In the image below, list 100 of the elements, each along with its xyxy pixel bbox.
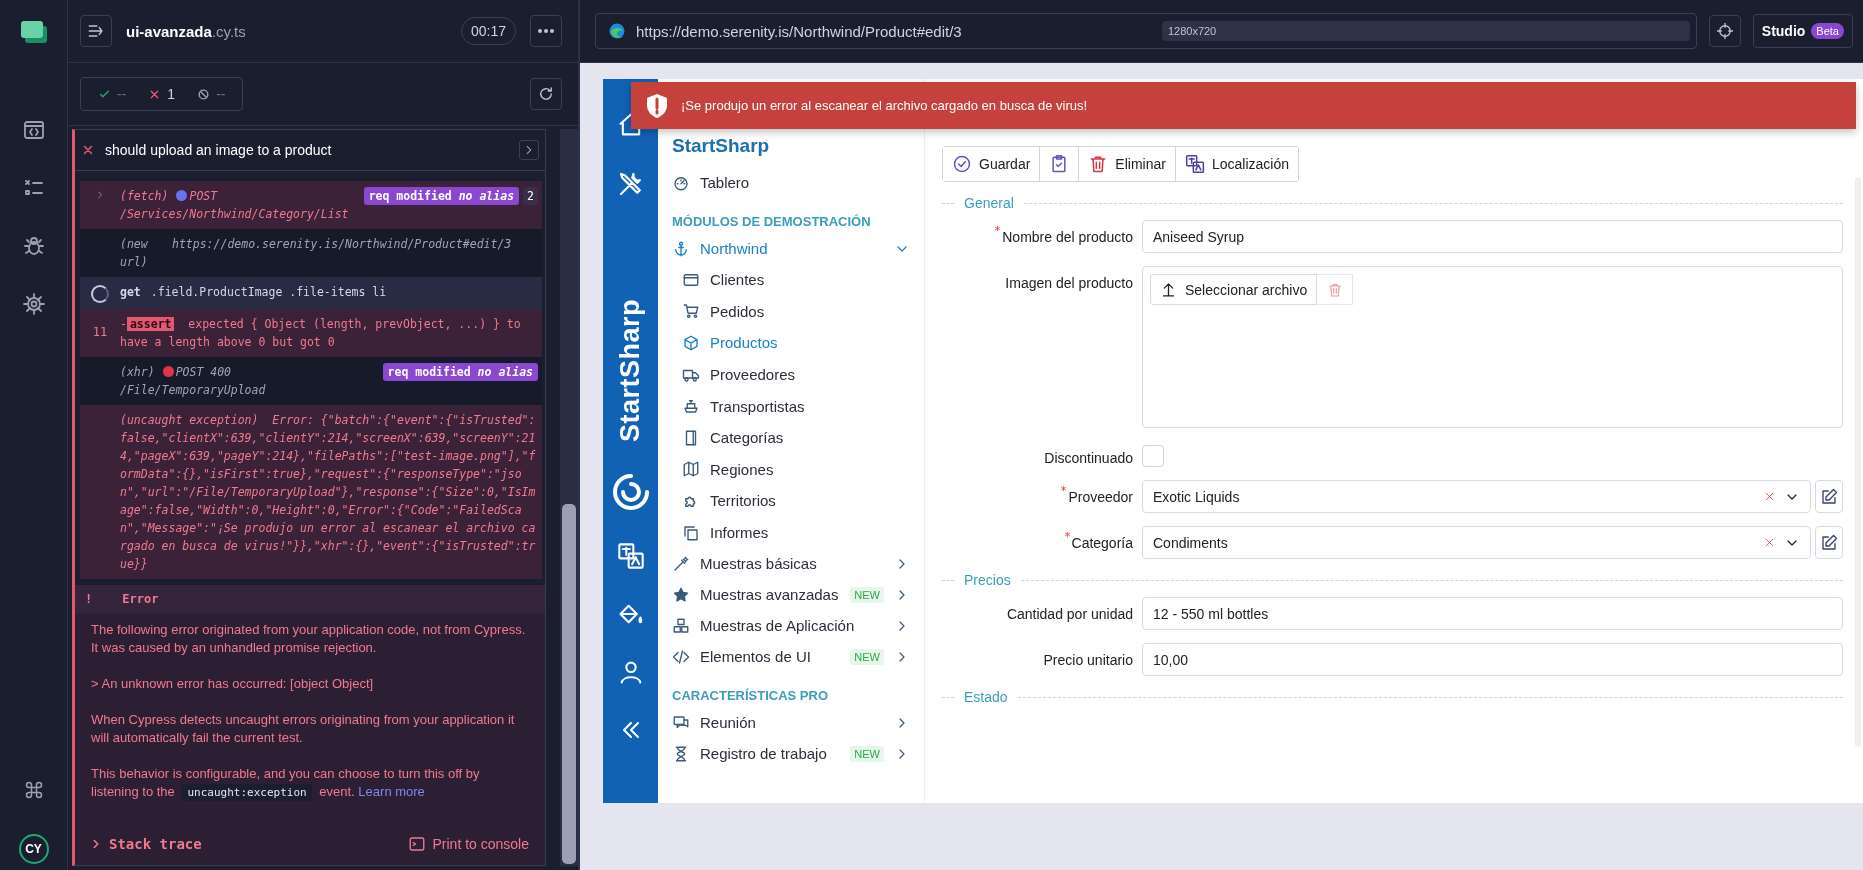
print-to-console-button[interactable]: Print to console [407, 835, 529, 853]
section-title: Precios [964, 572, 1011, 588]
nav-item[interactable]: Regiones [672, 453, 910, 486]
nav-item[interactable]: Categorías [672, 421, 910, 454]
nav-item[interactable]: Clientes [672, 264, 910, 296]
section-title: Estado [964, 689, 1008, 705]
assert-message: - assert expected { Object (length, prevObject, ...) } to have a length above 0 but got 0 [120, 316, 522, 351]
error-title: Error [122, 592, 159, 606]
field-label: Categoría [1071, 535, 1133, 551]
learn-more-link[interactable]: Learn more [358, 784, 425, 799]
toggle-specs-button[interactable] [80, 15, 112, 47]
clear-icon [1763, 490, 1776, 503]
new-badge: NEW [850, 745, 884, 762]
open-test-button[interactable] [519, 140, 539, 160]
code-icon [672, 647, 690, 666]
field-label: Precio unitario [1043, 652, 1133, 668]
exception-log-entry[interactable] [80, 405, 542, 579]
error-paragraph: The following error originated from your application code, not from Cypress. It was caused by an unhandled promise rejection. [91, 621, 527, 657]
user-avatar[interactable]: CY [18, 834, 49, 864]
spinner-icon [91, 285, 109, 303]
star-icon [672, 585, 690, 604]
stack-trace-toggle[interactable]: Stack trace [89, 836, 202, 852]
code-window-icon[interactable] [21, 118, 46, 142]
field-label: Proveedor [1068, 489, 1133, 505]
ship-icon [682, 397, 700, 416]
error-paragraph: > An unknown error has occurred: [object Object] [91, 675, 375, 693]
cart-icon [682, 302, 700, 321]
url-field[interactable]: https://demo.serenity.is/Northwind/Product#edit/3 1280x720 [595, 13, 1697, 49]
edit-button[interactable] [1815, 526, 1843, 559]
checkbox[interactable] [1142, 445, 1164, 467]
beta-badge: Beta [1811, 23, 1844, 39]
failed-count: 1 [167, 86, 176, 102]
request-type: (xhr) [120, 365, 155, 379]
command-selector: .field.ProductImage .file-items li [150, 285, 387, 299]
nav-group[interactable]: Reunión [672, 707, 910, 739]
nav-item[interactable]: Tablero [672, 167, 910, 198]
error-icon: ! [85, 592, 93, 606]
test-title: should upload an image to a product [105, 142, 333, 158]
text-field[interactable]: 10,00 [1142, 643, 1843, 676]
nav-item[interactable]: Transportistas [672, 390, 910, 422]
studio-button[interactable]: Studio Beta [1752, 14, 1853, 48]
error-paragraph: When Cypress detects uncaught errors originating from your application it will automatically fail the current test. [91, 711, 516, 747]
nav-group[interactable]: Muestras de Aplicación [672, 610, 910, 642]
request-method: POST 400 [175, 365, 231, 379]
event-log-entry[interactable]: (new url) https://demo.serenity.is/Northwind/Product#edit/3 [80, 229, 542, 277]
select-field[interactable]: Condiments [1142, 526, 1811, 559]
nav-item[interactable]: Territorios [672, 485, 910, 517]
text-field[interactable]: 12 - 550 ml bottles [1142, 597, 1843, 630]
spec-filename: ui-avanzada.cy.ts [126, 22, 247, 40]
request-log-entry[interactable]: (xhr) POST 400 /File/TemporaryUpload req modified no alias [80, 357, 542, 405]
section-title: General [964, 195, 1014, 211]
nav-section-header: CARACTERÍSTICAS PRO [672, 688, 829, 704]
nav-group[interactable]: Elementos de UI NEW [672, 641, 910, 673]
request-log-entry[interactable]: (fetch) POST /Services/Northwind/Category/List req modified no alias 2 [80, 181, 542, 229]
request-url: /Services/Northwind/Category/List [120, 206, 350, 223]
vertical-brand: StartSharp [615, 299, 646, 443]
upload-icon [1160, 281, 1177, 298]
scrollbar[interactable] [560, 129, 578, 866]
assert-log-entry[interactable]: 11 - assert expected { Object (length, prevObject, ...) } to have a length above 0 but got 0 [80, 309, 542, 357]
alias-badge: req modified no alias [363, 187, 520, 205]
selector-playground-button[interactable] [1708, 15, 1741, 47]
nav-group[interactable]: Muestras avanzadas NEW [672, 579, 910, 611]
refresh-icon [537, 85, 555, 103]
rerun-button[interactable] [530, 78, 562, 110]
select-file-button[interactable]: Seleccionar archivo [1150, 274, 1318, 305]
map-icon [682, 460, 700, 479]
field-label: Nombre del producto [1002, 229, 1133, 245]
select-field[interactable]: Exotic Liquids [1142, 480, 1811, 513]
request-url: /File/TemporaryUpload [120, 382, 267, 399]
nav-item[interactable]: Proveedores [672, 358, 910, 391]
logo-icon [610, 472, 651, 513]
terminal-icon [407, 835, 426, 853]
new-badge: NEW [850, 648, 884, 665]
translate-icon[interactable] [616, 542, 645, 571]
nav-section-header: MÓDULOS DE DEMOSTRACIÓN [672, 214, 872, 229]
nav-item[interactable]: Productos [672, 327, 910, 359]
ban-icon [197, 87, 211, 101]
edit-icon [1820, 487, 1838, 506]
command-icon[interactable] [23, 780, 44, 800]
nav-item[interactable]: Informes [672, 516, 910, 549]
edit-button[interactable] [1815, 480, 1843, 513]
exception-message: (uncaught exception) Error: {"batch":{"event":{"isTrusted":false,"clientX":639,"clientY":214,"screenX":639,"screenY":214,"pageX":639,"pageY":214},"filePaths":["test-image.png"],"formData":{},"isFirst":true},"request":{"responseType":"json","url":"/File/TemporaryUpload"},"response":{"Size":0,"IsImage":false,"Width":0,"Height":0,"Error":{"Code":"FailedScan","Message":"¡Se produjo un error al escanear el archivo cargado en busca de virus!"}},"xhr":{},"event":{"isTrusted":true}} [120, 412, 537, 573]
browser-logo-icon [608, 22, 626, 40]
settings-icon[interactable] [21, 292, 46, 316]
nav-group[interactable]: Muestras básicas [672, 548, 910, 580]
wand-icon [672, 554, 690, 573]
save-button[interactable]: Guardar [943, 147, 1041, 181]
event-label: (new url) [120, 236, 149, 271]
toast-message: ¡Se produjo un error al escanear el archivo cargado en busca de virus! [681, 98, 1088, 113]
more-button[interactable] [530, 15, 562, 47]
command-log-entry[interactable]: get .field.ProductImage .file-items li [80, 277, 542, 309]
field-label: Imagen del producto [1005, 275, 1133, 291]
nav-group[interactable]: Registro de trabajo NEW [672, 738, 910, 770]
nav-item[interactable]: Pedidos [672, 295, 910, 328]
nav-group[interactable]: Northwind [672, 233, 910, 264]
bug-icon[interactable] [21, 234, 46, 258]
text-field[interactable]: Aniseed Syrup [1142, 220, 1843, 253]
app-logo-icon[interactable] [19, 20, 48, 44]
clear-icon [1763, 536, 1776, 549]
shield-alert-icon [645, 92, 669, 119]
